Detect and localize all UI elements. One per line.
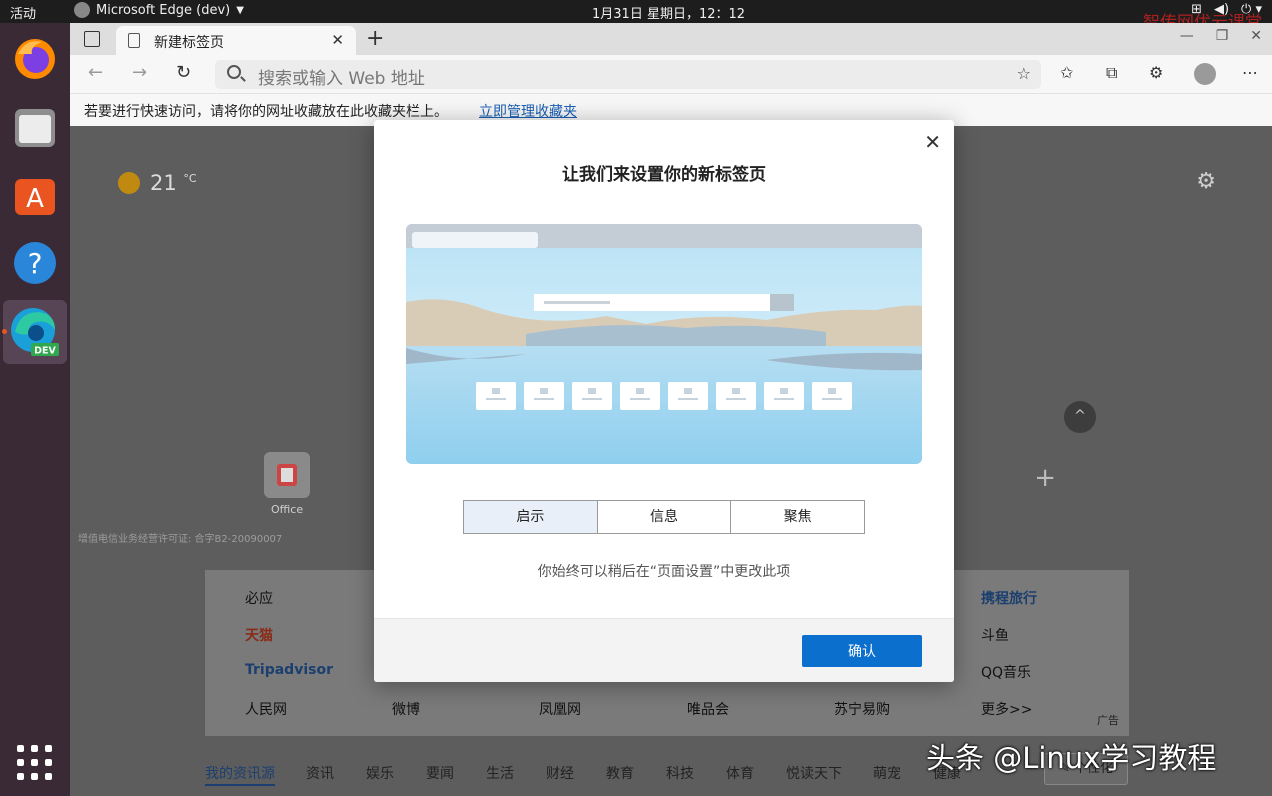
quick-link-office[interactable] bbox=[264, 452, 310, 498]
option-focused[interactable]: 聚焦 bbox=[731, 501, 865, 533]
more-menu-icon[interactable]: ⋯ bbox=[1242, 63, 1258, 82]
tab-strip: 新建标签页 ✕ + — ❐ ✕ bbox=[70, 23, 1272, 55]
files-icon[interactable] bbox=[11, 103, 59, 151]
back-arrow-icon[interactable]: ← bbox=[88, 62, 103, 83]
feed-tab-my-feed[interactable]: 我的资讯源 bbox=[205, 763, 275, 786]
minimize-icon[interactable]: — bbox=[1180, 28, 1194, 44]
favorites-icon[interactable]: ✩ bbox=[1060, 63, 1073, 82]
link-bing[interactable]: 必应 bbox=[245, 588, 273, 608]
close-dialog-icon[interactable]: ✕ bbox=[924, 130, 941, 154]
link-tmall[interactable]: 天猫 bbox=[245, 625, 273, 645]
feed-tab[interactable]: 教育 bbox=[606, 763, 634, 783]
chevron-down-icon: ▼ bbox=[236, 4, 244, 16]
link-more[interactable]: 更多>> bbox=[981, 699, 1032, 719]
option-inspirational[interactable]: 启示 bbox=[464, 501, 598, 533]
link-vip[interactable]: 唯品会 bbox=[687, 699, 729, 719]
ubuntu-dock: A ? DEV bbox=[0, 23, 70, 796]
activities-button[interactable]: 活动 bbox=[10, 3, 36, 22]
feed-tab[interactable]: 生活 bbox=[486, 763, 514, 783]
app-menu-label: Microsoft Edge (dev) bbox=[96, 2, 231, 18]
layout-option-group: 启示 信息 聚焦 bbox=[463, 500, 865, 534]
feed-tab[interactable]: 要闻 bbox=[426, 763, 454, 783]
refresh-icon[interactable]: ↻ bbox=[176, 62, 191, 83]
close-tab-icon[interactable]: ✕ bbox=[331, 31, 344, 49]
link-suning[interactable]: 苏宁易购 bbox=[834, 699, 890, 719]
edge-dev-icon: DEV bbox=[11, 308, 59, 357]
clock[interactable]: 1月31日 星期日，12：12 bbox=[592, 3, 745, 22]
window-controls: — ❐ ✕ bbox=[1180, 28, 1262, 44]
tab-actions-icon[interactable] bbox=[84, 31, 100, 47]
edge-app-icon bbox=[74, 2, 90, 18]
dialog-footer: 确认 bbox=[374, 618, 954, 682]
address-bar[interactable]: 搜索或输入 Web 地址 ☆ bbox=[215, 60, 1041, 89]
system-top-bar: 活动 Microsoft Edge (dev) ▼ 1月31日 星期日，12：1… bbox=[0, 0, 1272, 23]
running-indicator bbox=[2, 329, 7, 334]
link-tripadvisor[interactable]: Tripadvisor bbox=[245, 662, 333, 678]
add-quick-link-plus-icon[interactable]: + bbox=[1034, 463, 1056, 493]
dialog-hint: 你始终可以稍后在“页面设置”中更改此项 bbox=[537, 564, 791, 580]
feed-tab[interactable]: 资讯 bbox=[306, 763, 334, 783]
page-icon bbox=[128, 33, 140, 48]
svg-text:A: A bbox=[26, 184, 44, 214]
link-ifeng[interactable]: 凤凰网 bbox=[539, 699, 581, 719]
link-ctrip[interactable]: 携程旅行 bbox=[981, 588, 1037, 608]
profile-avatar[interactable] bbox=[1194, 63, 1216, 85]
page-settings-gear-icon[interactable]: ⚙ bbox=[1196, 169, 1216, 194]
edge-dev-badge: DEV bbox=[34, 346, 56, 357]
address-placeholder: 搜索或输入 Web 地址 bbox=[258, 69, 425, 89]
sun-icon bbox=[118, 172, 140, 194]
help-icon[interactable]: ? bbox=[11, 239, 59, 287]
firefox-icon[interactable] bbox=[11, 35, 59, 83]
link-qqmusic[interactable]: QQ音乐 bbox=[981, 662, 1031, 682]
temperature-value: 21 °C bbox=[150, 171, 197, 195]
extensions-icon[interactable]: ⚙ bbox=[1149, 63, 1163, 82]
tab-new-tab[interactable]: 新建标签页 ✕ bbox=[116, 26, 356, 55]
favorites-bar-message: 若要进行快速访问，请将你的网址收藏放在此收藏夹栏上。 bbox=[84, 104, 448, 120]
overlay-watermark: 头条 @Linux学习教程 bbox=[926, 741, 1217, 775]
new-tab-plus-icon[interactable]: + bbox=[366, 26, 384, 51]
feed-tab[interactable]: 悦读天下 bbox=[786, 763, 842, 783]
collections-icon[interactable]: ⧉ bbox=[1106, 63, 1117, 83]
link-weibo[interactable]: 微博 bbox=[392, 699, 420, 719]
dialog-title: 让我们来设置你的新标签页 bbox=[562, 165, 766, 185]
feed-tab[interactable]: 科技 bbox=[666, 763, 694, 783]
weather-widget[interactable]: 21 °C bbox=[118, 171, 197, 195]
link-douyu[interactable]: 斗鱼 bbox=[981, 625, 1009, 645]
option-informational[interactable]: 信息 bbox=[597, 501, 732, 533]
software-center-icon[interactable]: A bbox=[11, 171, 59, 219]
search-icon bbox=[227, 65, 241, 79]
icp-license-text: 增值电信业务经营许可证: 合字B2-20090007 bbox=[78, 534, 283, 545]
forward-arrow-icon[interactable]: → bbox=[132, 62, 147, 83]
feed-tab[interactable]: 财经 bbox=[546, 763, 574, 783]
close-window-icon[interactable]: ✕ bbox=[1250, 28, 1262, 44]
setup-new-tab-dialog: ✕ 让我们来设置你的新标签页 启示 信息 聚焦 你始终可以稍后在“页面设置”中更… bbox=[374, 120, 954, 682]
edge-dev-launcher[interactable]: DEV bbox=[3, 300, 67, 364]
link-people[interactable]: 人民网 bbox=[245, 699, 287, 719]
feed-tab[interactable]: 体育 bbox=[726, 763, 754, 783]
feed-tab[interactable]: 萌宠 bbox=[873, 763, 901, 783]
ad-label: 广告 bbox=[1097, 714, 1119, 727]
manage-favorites-link[interactable]: 立即管理收藏夹 bbox=[479, 101, 577, 121]
confirm-button[interactable]: 确认 bbox=[802, 635, 922, 667]
restore-icon[interactable]: ❐ bbox=[1216, 28, 1229, 44]
app-menu[interactable]: Microsoft Edge (dev) ▼ bbox=[74, 2, 244, 18]
show-applications-button[interactable] bbox=[17, 745, 53, 781]
add-favorite-star-icon[interactable]: ☆ bbox=[1017, 64, 1031, 83]
tab-title: 新建标签页 bbox=[154, 35, 224, 51]
navigation-bar: ← → ↻ 搜索或输入 Web 地址 ☆ ✩ ⧉ ⚙ ⋯ bbox=[70, 55, 1272, 93]
quick-link-label: Office bbox=[271, 503, 304, 516]
feed-tab[interactable]: 娱乐 bbox=[366, 763, 394, 783]
scroll-up-button[interactable]: ^ bbox=[1064, 401, 1096, 433]
svg-text:?: ? bbox=[28, 247, 43, 280]
office-logo-icon bbox=[277, 464, 297, 486]
layout-preview-image bbox=[406, 224, 922, 464]
